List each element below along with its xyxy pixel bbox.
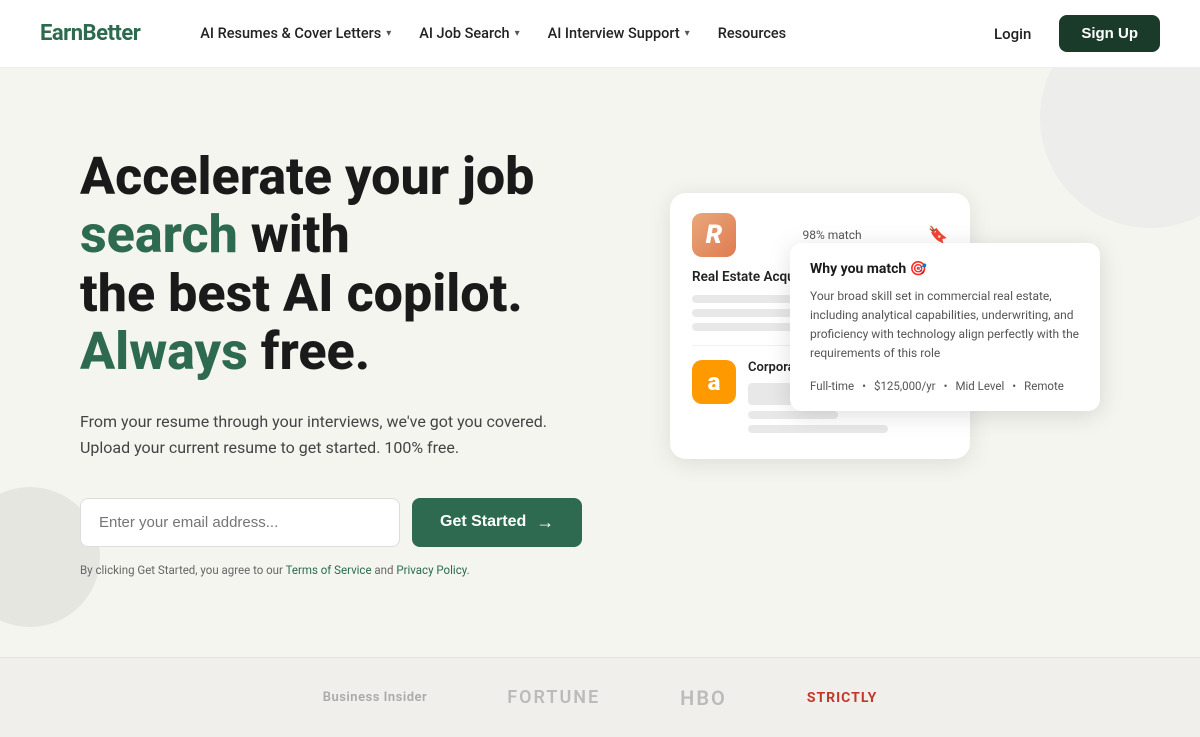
terms-of-service-link[interactable]: Terms of Service: [286, 563, 372, 577]
footer-logo-business-insider: Business Insider: [323, 690, 427, 705]
hero-right: R 98% match 🔖 Real Estate Acquisition An…: [600, 153, 1120, 573]
bookmark-icon[interactable]: 🔖: [928, 225, 948, 244]
tooltip-body: Your broad skill set in commercial real …: [810, 287, 1080, 364]
hero-section: Accelerate your job search with the best…: [0, 68, 1200, 657]
nav-links: AI Resumes & Cover Letters ▾ AI Job Sear…: [188, 17, 982, 50]
email-row: Get Started →: [80, 498, 600, 547]
nav-item-resources[interactable]: Resources: [706, 17, 798, 50]
nav-item-resumes[interactable]: AI Resumes & Cover Letters ▾: [188, 17, 403, 50]
footer-logo-fortune: FORTUNE: [507, 687, 600, 708]
nav-right: Login Sign Up: [982, 15, 1160, 52]
tag-location: Remote: [1024, 379, 1064, 393]
hero-subtitle: From your resume through your interviews…: [80, 409, 560, 462]
nav-item-interview[interactable]: AI Interview Support ▾: [536, 17, 702, 50]
skeleton-row: [748, 411, 838, 419]
get-started-button[interactable]: Get Started →: [412, 498, 582, 547]
nav-item-job-search[interactable]: AI Job Search ▾: [407, 17, 531, 50]
card-container: R 98% match 🔖 Real Estate Acquisition An…: [620, 163, 1100, 563]
site-logo[interactable]: EarnBetter: [40, 21, 140, 46]
signup-button[interactable]: Sign Up: [1059, 15, 1160, 52]
tag-salary: $125,000/yr: [874, 379, 936, 393]
company-logo-r: R: [692, 213, 736, 257]
navbar: EarnBetter AI Resumes & Cover Letters ▾ …: [0, 0, 1200, 68]
footer-logo-strictly: STRICTLY: [807, 690, 877, 706]
match-tooltip: Why you match 🎯 Your broad skill set in …: [790, 243, 1100, 412]
match-badge: 98% match: [802, 228, 861, 242]
hero-title: Accelerate your job search with the best…: [80, 148, 600, 381]
chevron-down-icon: ▾: [386, 28, 391, 39]
footer-logos-bar: Business Insider FORTUNE HBO STRICTLY: [0, 657, 1200, 737]
match-tags: Full-time • $125,000/yr • Mid Level • Re…: [810, 379, 1080, 393]
company-logo-amazon: a: [692, 360, 736, 404]
login-button[interactable]: Login: [982, 17, 1043, 51]
tag-fulltime: Full-time: [810, 379, 854, 393]
footer-logo-hbo: HBO: [680, 686, 727, 710]
hero-left: Accelerate your job search with the best…: [80, 148, 600, 577]
email-input[interactable]: [80, 498, 400, 547]
chevron-down-icon: ▾: [515, 28, 520, 39]
terms-text: By clicking Get Started, you agree to ou…: [80, 563, 600, 577]
tag-level: Mid Level: [955, 379, 1004, 393]
tooltip-title: Why you match 🎯: [810, 261, 1080, 277]
skeleton-row: [748, 425, 888, 433]
chevron-down-icon: ▾: [685, 28, 690, 39]
arrow-right-icon: →: [536, 512, 554, 533]
privacy-policy-link[interactable]: Privacy Policy: [396, 563, 466, 577]
